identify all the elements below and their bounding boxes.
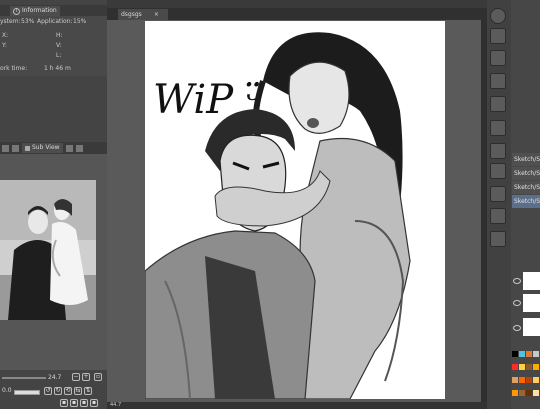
color-swatch[interactable] bbox=[519, 377, 525, 383]
navigator-tab-icon[interactable] bbox=[2, 144, 9, 152]
history-icon[interactable] bbox=[490, 120, 506, 136]
layer-thumbnail bbox=[523, 318, 540, 336]
camera-icon[interactable] bbox=[490, 208, 506, 224]
memory-label: ystem: bbox=[0, 18, 21, 25]
navigator-icon-2[interactable]: ▪ bbox=[70, 399, 78, 407]
tab-icon[interactable] bbox=[12, 144, 19, 152]
color-swatch[interactable] bbox=[512, 390, 518, 396]
y-label: Y: bbox=[2, 42, 7, 49]
color-swatch[interactable] bbox=[512, 377, 518, 383]
command-bar bbox=[107, 0, 487, 8]
layer-row[interactable]: Sketch/S bbox=[512, 181, 540, 194]
zoom-slider[interactable] bbox=[2, 377, 46, 379]
color-swatch[interactable] bbox=[533, 364, 539, 370]
work-time-value: 1 h 46 m bbox=[44, 65, 71, 72]
zoom-value: 24.7 bbox=[48, 374, 62, 381]
x-label: X: bbox=[2, 32, 9, 39]
eye-icon[interactable] bbox=[513, 278, 521, 284]
rotate-right-button[interactable]: ↻ bbox=[54, 387, 62, 395]
pin-icon[interactable] bbox=[65, 144, 73, 152]
v-label: V: bbox=[56, 42, 62, 49]
flip-v-button[interactable]: ⇅ bbox=[84, 387, 92, 395]
layer-icon[interactable] bbox=[490, 50, 506, 66]
auto-action-icon[interactable] bbox=[490, 143, 506, 159]
navigator-icon-3[interactable]: ▪ bbox=[80, 399, 88, 407]
rotate-left-button[interactable]: ↺ bbox=[44, 387, 52, 395]
tab-document[interactable]: dsgsgs × bbox=[118, 9, 168, 20]
material-icon[interactable] bbox=[490, 28, 506, 44]
timeline-icon[interactable] bbox=[490, 231, 506, 247]
color-swatch[interactable] bbox=[526, 351, 532, 357]
color-swatch[interactable] bbox=[533, 351, 539, 357]
eye-icon[interactable] bbox=[513, 325, 521, 331]
l-label: L: bbox=[56, 52, 62, 59]
info-icon: i bbox=[13, 7, 20, 15]
color-swatch[interactable] bbox=[533, 377, 539, 383]
color-swatch[interactable] bbox=[519, 390, 525, 396]
color-swatch[interactable] bbox=[526, 390, 532, 396]
fit-button[interactable]: ▫ bbox=[94, 373, 102, 381]
reference-photo[interactable] bbox=[0, 180, 96, 320]
reset-rotation-button[interactable]: ⟲ bbox=[64, 387, 72, 395]
status-bar: 44.7 bbox=[107, 402, 487, 409]
folder-icon[interactable] bbox=[490, 186, 506, 202]
layer-thumbnail bbox=[523, 294, 540, 312]
information-panel: ystem: 53% Application: 15% X: H: Y: V: … bbox=[0, 16, 107, 76]
color-swatch[interactable] bbox=[526, 364, 532, 370]
zoom-out-button[interactable]: − bbox=[72, 373, 80, 381]
zoom-in-button[interactable]: + bbox=[82, 373, 90, 381]
app-label: Application: bbox=[37, 18, 73, 25]
document-tab-label: dsgsgs bbox=[121, 11, 142, 18]
tab-information[interactable]: i Information bbox=[10, 6, 60, 16]
color-swatch[interactable] bbox=[526, 377, 532, 383]
color-swatch[interactable] bbox=[512, 364, 518, 370]
navigator-icon-4[interactable]: ▪ bbox=[90, 399, 98, 407]
close-x-icon[interactable] bbox=[490, 73, 506, 89]
navigator-icon[interactable] bbox=[490, 8, 506, 24]
color-swatch[interactable] bbox=[512, 351, 518, 357]
color-swatch[interactable] bbox=[519, 364, 525, 370]
navigator-icon-1[interactable]: ▪ bbox=[60, 399, 68, 407]
item-bank-icon[interactable] bbox=[490, 163, 506, 179]
rotation-value: 0.0 bbox=[2, 387, 12, 394]
work-time-label: ork time: bbox=[0, 65, 28, 72]
close-icon[interactable]: × bbox=[154, 9, 159, 20]
layer-row[interactable]: Sketch/S bbox=[512, 153, 540, 166]
color-swatch[interactable] bbox=[519, 351, 525, 357]
info-tab-label: Information bbox=[22, 7, 57, 14]
h-label: H: bbox=[56, 32, 63, 39]
eye-icon[interactable] bbox=[513, 300, 521, 306]
app-value: 15% bbox=[73, 18, 87, 25]
layer-property-icon[interactable] bbox=[490, 96, 506, 112]
rotation-slider[interactable] bbox=[14, 390, 40, 395]
color-swatch[interactable] bbox=[533, 390, 539, 396]
tab-sub-view[interactable]: Sub View bbox=[22, 143, 63, 153]
layer-row-selected[interactable]: Sketch/S bbox=[512, 195, 540, 208]
status-zoom-value: 44.7 bbox=[110, 402, 122, 408]
drawing-canvas[interactable]: WiP ᵕ̈ bbox=[145, 21, 445, 399]
subview-tabbar: Sub View bbox=[0, 142, 107, 154]
subview-tab-label: Sub View bbox=[32, 144, 60, 151]
subview-icon bbox=[25, 145, 30, 151]
layer-thumbnail bbox=[523, 272, 540, 290]
menu-icon[interactable] bbox=[75, 144, 83, 152]
flip-h-button[interactable]: ⇆ bbox=[74, 387, 82, 395]
memory-value: 53% bbox=[21, 18, 35, 25]
layer-row[interactable]: Sketch/S bbox=[512, 167, 540, 180]
